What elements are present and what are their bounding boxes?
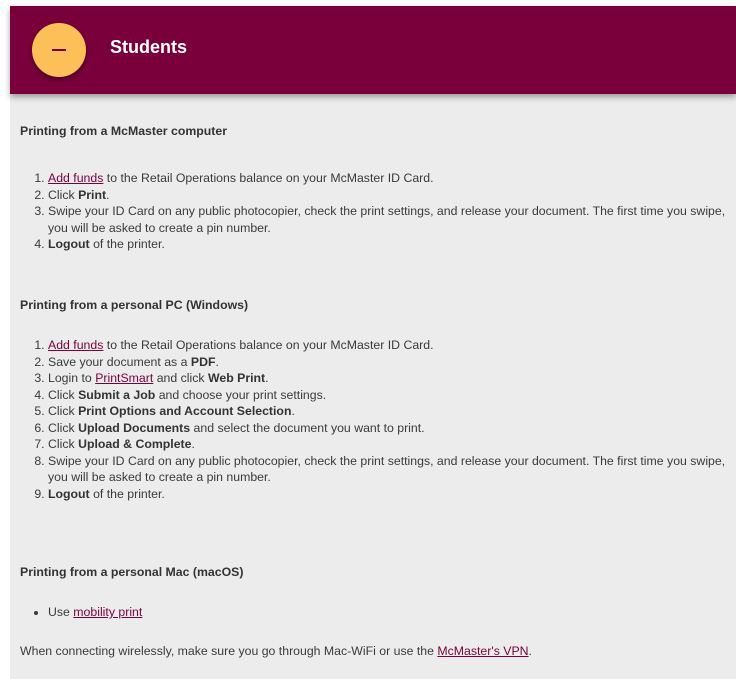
step-text: .	[265, 371, 269, 385]
add-funds-link[interactable]: Add funds	[48, 171, 103, 185]
mcmaster-vpn-link[interactable]: McMaster's VPN	[437, 644, 528, 658]
list-item: Click Print Options and Account Selectio…	[48, 403, 736, 420]
step-text: and click	[153, 371, 208, 385]
step-text: Click	[48, 187, 79, 202]
students-accordion: Students Printing from a McMaster comput…	[10, 6, 736, 679]
list-item: Add funds to the Retail Operations balan…	[48, 170, 736, 187]
step-text: and select the document you want to prin…	[190, 420, 425, 435]
step-text: Click	[48, 420, 79, 435]
step-bold: Upload & Complete	[78, 437, 192, 451]
minus-icon	[52, 49, 66, 51]
step-text: Click	[48, 437, 79, 451]
list-item: Click Upload & Complete.	[48, 436, 736, 453]
accordion-title: Students	[110, 37, 188, 57]
list-item: Click Submit a Job and choose your print…	[48, 387, 736, 404]
list-item: Click Upload Documents and select the do…	[48, 420, 736, 437]
printsmart-link[interactable]: PrintSmart	[95, 371, 153, 385]
step-text: of the printer.	[89, 237, 165, 251]
step-bold: Logout	[48, 486, 90, 501]
steps-list-personal-pc: Add funds to the Retail Operations balan…	[20, 337, 736, 502]
step-text: Use	[48, 605, 74, 619]
step-text: Save your document as a	[48, 354, 191, 369]
step-text: and choose your print settings.	[155, 387, 327, 402]
accordion-header[interactable]: Students	[10, 6, 736, 94]
step-bold: Print Options and Account Selection	[78, 404, 292, 418]
step-bold: Upload Documents	[78, 420, 191, 435]
step-text: Click	[48, 404, 79, 418]
step-text: .	[106, 187, 110, 202]
list-item: Click Print.	[48, 187, 736, 204]
list-item: Add funds to the Retail Operations balan…	[48, 337, 736, 354]
section-heading-personal-mac: Printing from a personal Mac (macOS)	[20, 565, 244, 579]
step-text: .	[215, 354, 219, 369]
list-item: Swipe your ID Card on any public photoco…	[48, 453, 736, 486]
section-heading-personal-pc: Printing from a personal PC (Windows)	[20, 298, 249, 312]
step-text: Click	[48, 387, 79, 402]
list-item: Use mobility print	[48, 604, 142, 621]
step-text: .	[191, 437, 195, 451]
note-text: .	[528, 644, 532, 658]
list-item: Swipe your ID Card on any public photoco…	[48, 203, 736, 236]
step-bold: PDF	[190, 354, 216, 369]
step-text: Swipe your ID Card on any public photoco…	[48, 453, 726, 485]
list-item: Save your document as a PDF.	[48, 354, 736, 371]
steps-list-personal-mac: Use mobility print	[20, 604, 142, 621]
wireless-note: When connecting wirelessly, make sure yo…	[20, 644, 532, 658]
step-text: to the Retail Operations balance on your…	[103, 338, 434, 352]
note-text: When connecting wirelessly, make sure yo…	[20, 644, 438, 658]
mobility-print-link[interactable]: mobility print	[73, 605, 142, 619]
step-text: to the Retail Operations balance on your…	[103, 171, 434, 185]
step-text: Login to	[48, 371, 96, 385]
list-item: Logout of the printer.	[48, 486, 736, 503]
step-bold: Logout	[48, 237, 90, 251]
list-item: Login to PrintSmart and click Web Print.	[48, 370, 736, 387]
collapse-toggle-button[interactable]	[32, 23, 86, 77]
list-item: Logout of the printer.	[48, 236, 736, 253]
step-bold: Submit a Job	[78, 387, 156, 402]
step-text: Swipe your ID Card on any public photoco…	[48, 204, 726, 235]
step-text: .	[291, 404, 295, 418]
section-heading-mcmaster-computer: Printing from a McMaster computer	[20, 124, 228, 138]
steps-list-mcmaster-computer: Add funds to the Retail Operations balan…	[20, 170, 736, 253]
add-funds-link[interactable]: Add funds	[48, 338, 103, 352]
step-bold: Print	[78, 187, 107, 202]
step-text: of the printer.	[89, 486, 165, 501]
step-bold: Web Print	[207, 371, 266, 385]
